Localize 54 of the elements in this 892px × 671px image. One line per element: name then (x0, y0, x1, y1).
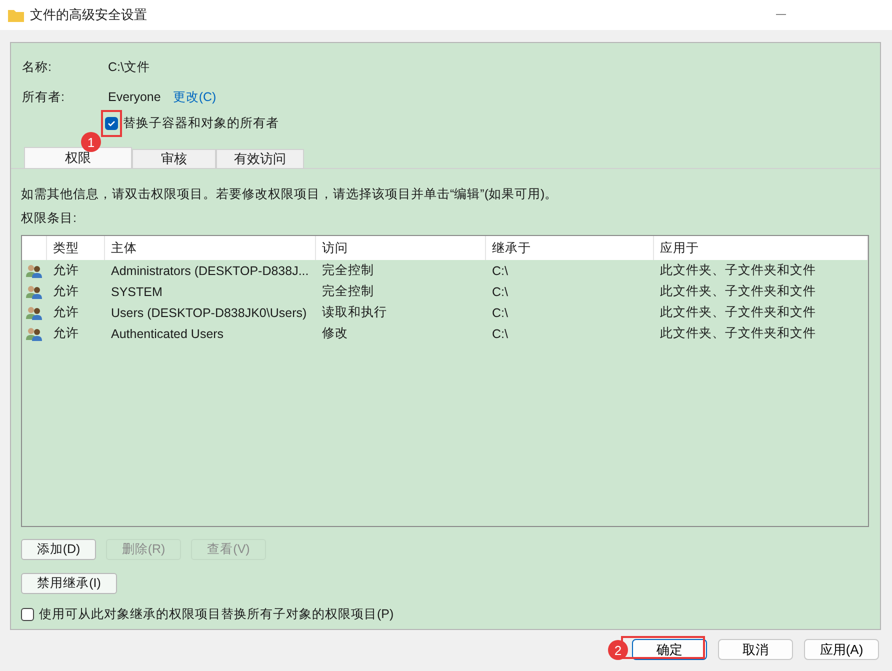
name-label: 名称: (22, 58, 52, 76)
column-header[interactable]: 主体 (111, 240, 137, 256)
table-cell-text: 此文件夹、子文件夹和文件 (659, 262, 817, 279)
users-icon (26, 264, 42, 278)
step-badge: 2 (608, 640, 628, 660)
table-cell-text: 允许 (52, 283, 80, 300)
table-cell-text: 此文件夹、子文件夹和文件 (659, 304, 817, 321)
checkmark-icon (107, 119, 116, 128)
checkbox-label: 替换子容器和对象的所有者 (123, 115, 279, 132)
table-cell-text: 修改 (321, 325, 349, 342)
table-cell-text: 允许 (52, 325, 80, 342)
entries-label: 权限条目: (21, 210, 78, 227)
users-icon (26, 306, 42, 320)
disable-inheritance-button[interactable]: 禁用继承(I) (21, 573, 117, 594)
dialog-button[interactable]: 取消 (718, 639, 793, 660)
table-cell-text: 允许 (52, 304, 80, 321)
highlight-frame (101, 110, 122, 137)
table-cell-text: C:\ (491, 264, 509, 278)
column-header[interactable]: 继承于 (492, 240, 531, 256)
table-cell-text: C:\ (491, 284, 509, 298)
table-cell-text: Authenticated Users (110, 326, 225, 340)
entry-button[interactable]: 添加(D) (21, 539, 96, 560)
checkbox-label: 使用可从此对象继承的权限项目替换所有子对象的权限项目(P) (39, 606, 394, 623)
table-cell-text: 此文件夹、子文件夹和文件 (659, 325, 817, 342)
table-cell-text: 完全控制 (321, 283, 375, 300)
change-owner-link[interactable]: 更改(C) (172, 88, 216, 106)
minimize-icon[interactable] (776, 14, 786, 16)
table-cell-text: Users (DESKTOP-D838JK0\Users) (110, 306, 308, 320)
checkbox[interactable] (105, 117, 118, 130)
folder-icon (8, 8, 24, 22)
dialog-button[interactable]: 应用(A) (804, 639, 879, 660)
owner-label: 所有者: (22, 88, 66, 106)
description-text: 如需其他信息，请双击权限项目。若要修改权限项目，请选择该项目并单击“编辑”(如果可用)。 (21, 186, 559, 203)
tab[interactable]: 审核 (132, 149, 216, 168)
owner-value: Everyone (108, 90, 161, 104)
column-header[interactable]: 应用于 (660, 240, 699, 256)
table-cell-text: 读取和执行 (321, 304, 388, 321)
table-cell-text: 此文件夹、子文件夹和文件 (659, 283, 817, 300)
users-icon (26, 326, 42, 340)
tab[interactable]: 有效访问 (216, 149, 304, 168)
window-title: 文件的高级安全设置 (30, 6, 147, 24)
table-cell-text: Administrators (DESKTOP-D838J... (110, 264, 310, 278)
column-header[interactable]: 访问 (322, 240, 348, 256)
column-header[interactable]: 类型 (53, 240, 79, 256)
tab[interactable]: 权限 (24, 147, 132, 168)
table-cell-text: C:\ (491, 306, 509, 320)
table-cell-text: SYSTEM (110, 284, 164, 298)
checkbox[interactable] (21, 608, 34, 621)
users-icon (26, 284, 42, 298)
table-cell-text: 允许 (52, 262, 80, 279)
table-cell-text: C:\ (491, 326, 509, 340)
step-badge: 1 (81, 132, 101, 152)
name-value: C:\文件 (108, 58, 150, 76)
table-cell-text: 完全控制 (321, 262, 375, 279)
